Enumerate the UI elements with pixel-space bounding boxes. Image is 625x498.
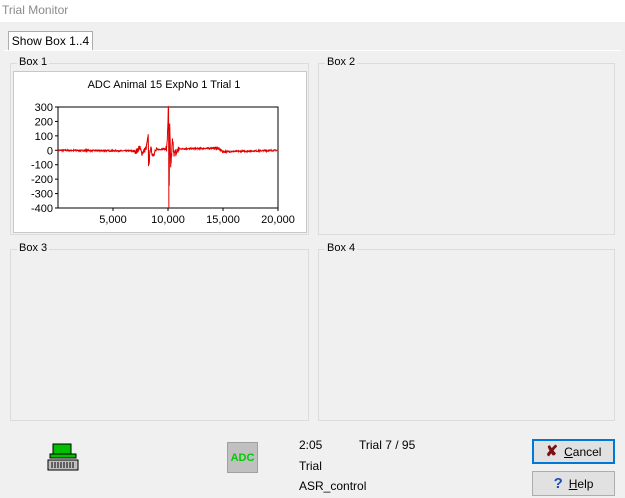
y-tick-label-6: -300 [31, 189, 53, 201]
cancel-label: Cancel [564, 444, 602, 459]
y-tick-label-3: 0 [47, 145, 53, 157]
y-tick-label-0: 300 [35, 102, 53, 114]
y-tick-label-1: 200 [35, 116, 53, 128]
y-tick-label-5: -200 [31, 174, 53, 186]
box-1-label: Box 1 [17, 56, 50, 68]
box-1-group: Box 1 ADC Animal 15 ExpNo 1 Trial 1 300 2… [10, 56, 309, 235]
box-4-group: Box 4 [318, 242, 615, 421]
box-3-label: Box 3 [17, 242, 50, 254]
y-tick-label-4: -100 [31, 160, 53, 172]
adc-icon[interactable]: ADC [227, 442, 258, 473]
plot-panel: ADC Animal 15 ExpNo 1 Trial 1 300 200 100 0… [13, 71, 307, 233]
x-tick-label-1: 10,000 [151, 214, 185, 226]
box-3-group: Box 3 [10, 242, 309, 421]
cancel-button[interactable]: ✘ Cancel [532, 439, 615, 464]
help-label: Help [568, 476, 594, 491]
box-2-group: Box 2 [318, 56, 615, 235]
chart-title: ADC Animal 15 ExpNo 1 Trial 1 [88, 79, 241, 91]
status-protocol: ASR_control [299, 479, 367, 493]
box-2-label: Box 2 [325, 56, 358, 68]
y-tick-label-2: 100 [35, 131, 53, 143]
status-mode: Trial [299, 459, 322, 473]
cancel-x-icon: ✘ [545, 443, 559, 460]
adc-icon-label: ADC [230, 451, 255, 464]
help-button[interactable]: ? Help [532, 471, 615, 496]
x-tick-label-0: 5,000 [99, 214, 127, 226]
adc-signal-chart: ADC Animal 15 ExpNo 1 Trial 1 300 200 100 0… [31, 79, 295, 226]
window-title: Trial Monitor [2, 3, 69, 17]
keyboard-device-icon[interactable] [47, 442, 79, 472]
x-tick-label-3: 20,000 [261, 214, 295, 226]
box-4-label: Box 4 [325, 242, 358, 254]
title-bar: Trial Monitor [0, 0, 625, 22]
tab-show-box[interactable]: Show Box 1..4 [8, 31, 93, 51]
x-tick-label-2: 15,000 [206, 214, 240, 226]
y-tick-label-7: -400 [31, 203, 53, 215]
help-question-icon: ? [553, 475, 563, 492]
status-time: 2:05 [299, 438, 323, 452]
status-trial-count: Trial 7 / 95 [359, 438, 416, 452]
